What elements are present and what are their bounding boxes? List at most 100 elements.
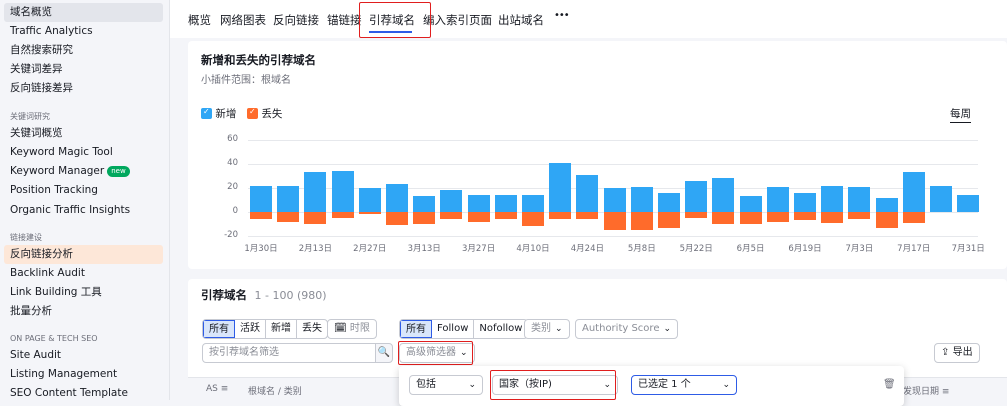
bar-lost[interactable] [685,212,708,218]
bar-lost[interactable] [902,212,925,223]
tab-overview[interactable]: 概览 [188,12,211,28]
bar-lost[interactable] [440,212,463,220]
sidebar-item-domain-overview[interactable]: 域名概览 [4,3,163,22]
bar-new[interactable] [957,195,980,212]
sidebar-item-listing-management[interactable]: Listing Management [4,365,163,384]
sidebar-item-organic-traffic-insights[interactable]: Organic Traffic Insights [4,201,163,220]
bar-lost[interactable] [712,212,735,224]
domain-search-input[interactable]: 按引荐域名筛选 [202,343,376,363]
bar-new[interactable] [685,180,708,212]
bar-new[interactable] [875,197,898,212]
delete-filter-icon[interactable]: 🗑 [883,379,896,390]
bar-lost[interactable] [766,212,789,222]
bar-lost[interactable] [386,212,408,226]
sidebar-item-traffic-analytics[interactable]: Traffic Analytics [4,22,163,41]
export-button[interactable]: ⇪ 导出 [934,343,980,363]
bar-new[interactable] [902,172,925,212]
tab-indexed-pages[interactable]: 编入索引页面 [423,12,492,28]
bar-new[interactable] [712,178,735,212]
sidebar-item-link-building-tool[interactable]: Link Building 工具 [4,283,163,302]
bar-new[interactable] [386,184,408,212]
more-tabs-button[interactable]: ••• [554,10,570,21]
bar-lost[interactable] [467,212,490,222]
time-range-button[interactable]: 🗓 时限 [327,319,377,339]
sidebar-item-keyword-gap[interactable]: 关键词差异 [4,60,163,79]
bar-new[interactable] [413,196,436,212]
legend-new[interactable]: 新增 [201,106,236,121]
bar-lost[interactable] [331,212,354,218]
bar-lost[interactable] [413,212,436,224]
bar-lost[interactable] [494,212,517,220]
bar-new[interactable] [930,185,952,212]
tab-outbound-domains[interactable]: 出站域名 [498,12,544,28]
bar-new[interactable] [467,195,490,212]
bar-new[interactable] [821,185,844,212]
follow-filter-all[interactable]: 所有 [400,320,432,338]
bar-lost[interactable] [522,212,544,227]
follow-filter-nofollow[interactable]: Nofollow [474,320,527,338]
bar-new[interactable] [658,192,680,212]
legend-lost-checkbox[interactable] [247,107,258,119]
search-icon[interactable]: 🔍 [375,343,393,363]
bar-new[interactable] [277,185,300,212]
sidebar-item-backlink-audit[interactable]: Backlink Audit [4,264,163,283]
bar-lost[interactable] [304,212,327,224]
sidebar-item-backlink-gap[interactable]: 反向链接差异 [4,79,163,98]
bar-lost[interactable] [277,212,300,222]
bar-lost[interactable] [630,212,653,230]
selected-countries-dropdown[interactable]: 已选定 1 个 ⌄ [631,375,737,395]
bar-lost[interactable] [250,212,272,220]
bar-new[interactable] [358,188,381,212]
bar-new[interactable] [576,174,599,212]
filter-all[interactable]: 所有 [203,320,235,338]
bar-lost[interactable] [848,212,871,220]
filter-new[interactable]: 新增 [266,320,297,338]
bar-lost[interactable] [549,212,572,220]
legend-new-checkbox[interactable] [201,107,212,119]
legend-lost[interactable]: 丢失 [247,106,282,121]
include-dropdown[interactable]: 包括 ⌄ [409,375,483,395]
sidebar-item-keyword-overview[interactable]: 关键词概览 [4,124,163,143]
bar-lost[interactable] [739,212,762,224]
bar-new[interactable] [630,186,653,212]
column-header-as[interactable]: AS ≡ [206,384,228,394]
filter-active[interactable]: 活跃 [235,320,266,338]
bar-lost[interactable] [603,212,626,230]
bar-new[interactable] [522,195,544,212]
column-header-root-domain[interactable]: 根域名 / 类别 [248,384,302,397]
sidebar-item-seo-content-template[interactable]: SEO Content Template [4,384,163,403]
bar-lost[interactable] [821,212,844,223]
bar-new[interactable] [766,186,789,212]
follow-filter-follow[interactable]: Follow [432,320,475,338]
filter-lost[interactable]: 丢失 [297,320,327,338]
bar-new[interactable] [739,196,762,212]
category-dropdown[interactable]: 类别 ⌄ [524,319,570,339]
bar-lost[interactable] [358,212,381,215]
bar-new[interactable] [250,185,272,212]
column-header-first-seen[interactable]: 发现日期 ≡ [903,384,949,397]
tab-backlinks[interactable]: 反向链接 [273,12,319,28]
bar-new[interactable] [304,172,327,212]
sidebar-item-backlink-analytics[interactable]: 反向链接分析 [4,245,163,264]
sidebar-item-bulk-analysis[interactable]: 批量分析 [4,302,163,321]
sidebar-item-keyword-magic-tool[interactable]: Keyword Magic Tool [4,143,163,162]
sidebar-item-site-audit[interactable]: Site Audit [4,346,163,365]
bar-new[interactable] [603,188,626,212]
tab-network-graph[interactable]: 网络图表 [220,12,266,28]
bar-new[interactable] [331,171,354,212]
sidebar-item-keyword-manager[interactable]: Keyword Manager new [4,162,163,181]
bar-new[interactable] [494,195,517,212]
period-weekly-toggle[interactable]: 每周 [950,106,971,123]
bar-new[interactable] [440,190,463,212]
bar-lost[interactable] [576,212,599,220]
authority-score-dropdown[interactable]: Authority Score ⌄ [575,319,679,339]
bar-lost[interactable] [658,212,680,228]
sidebar-item-organic-research[interactable]: 自然搜索研究 [4,41,163,60]
bar-new[interactable] [848,186,871,212]
tab-anchors[interactable]: 锚链接 [327,12,362,28]
sidebar-item-position-tracking[interactable]: Position Tracking [4,181,163,200]
bar-lost[interactable] [794,212,816,221]
bar-new[interactable] [794,192,816,212]
bar-new[interactable] [549,162,572,212]
bar-lost[interactable] [875,212,898,228]
